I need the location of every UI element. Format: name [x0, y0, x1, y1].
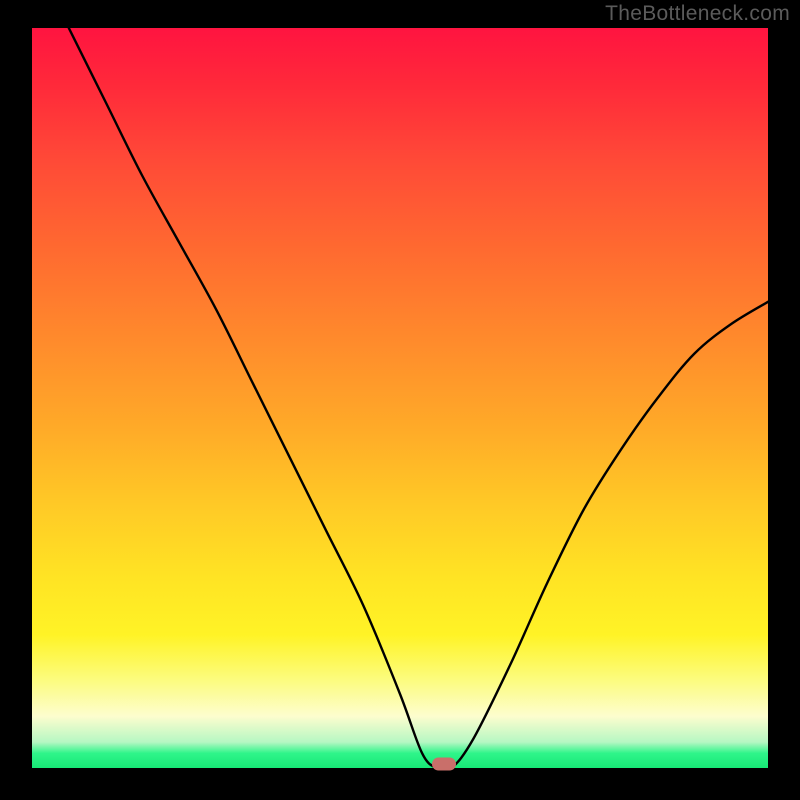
- bottleneck-curve-path: [69, 28, 768, 768]
- minimum-marker: [432, 758, 456, 771]
- curve-svg: [32, 28, 768, 768]
- watermark-text: TheBottleneck.com: [605, 2, 790, 26]
- chart-frame: TheBottleneck.com: [0, 0, 800, 800]
- plot-area: [32, 28, 768, 768]
